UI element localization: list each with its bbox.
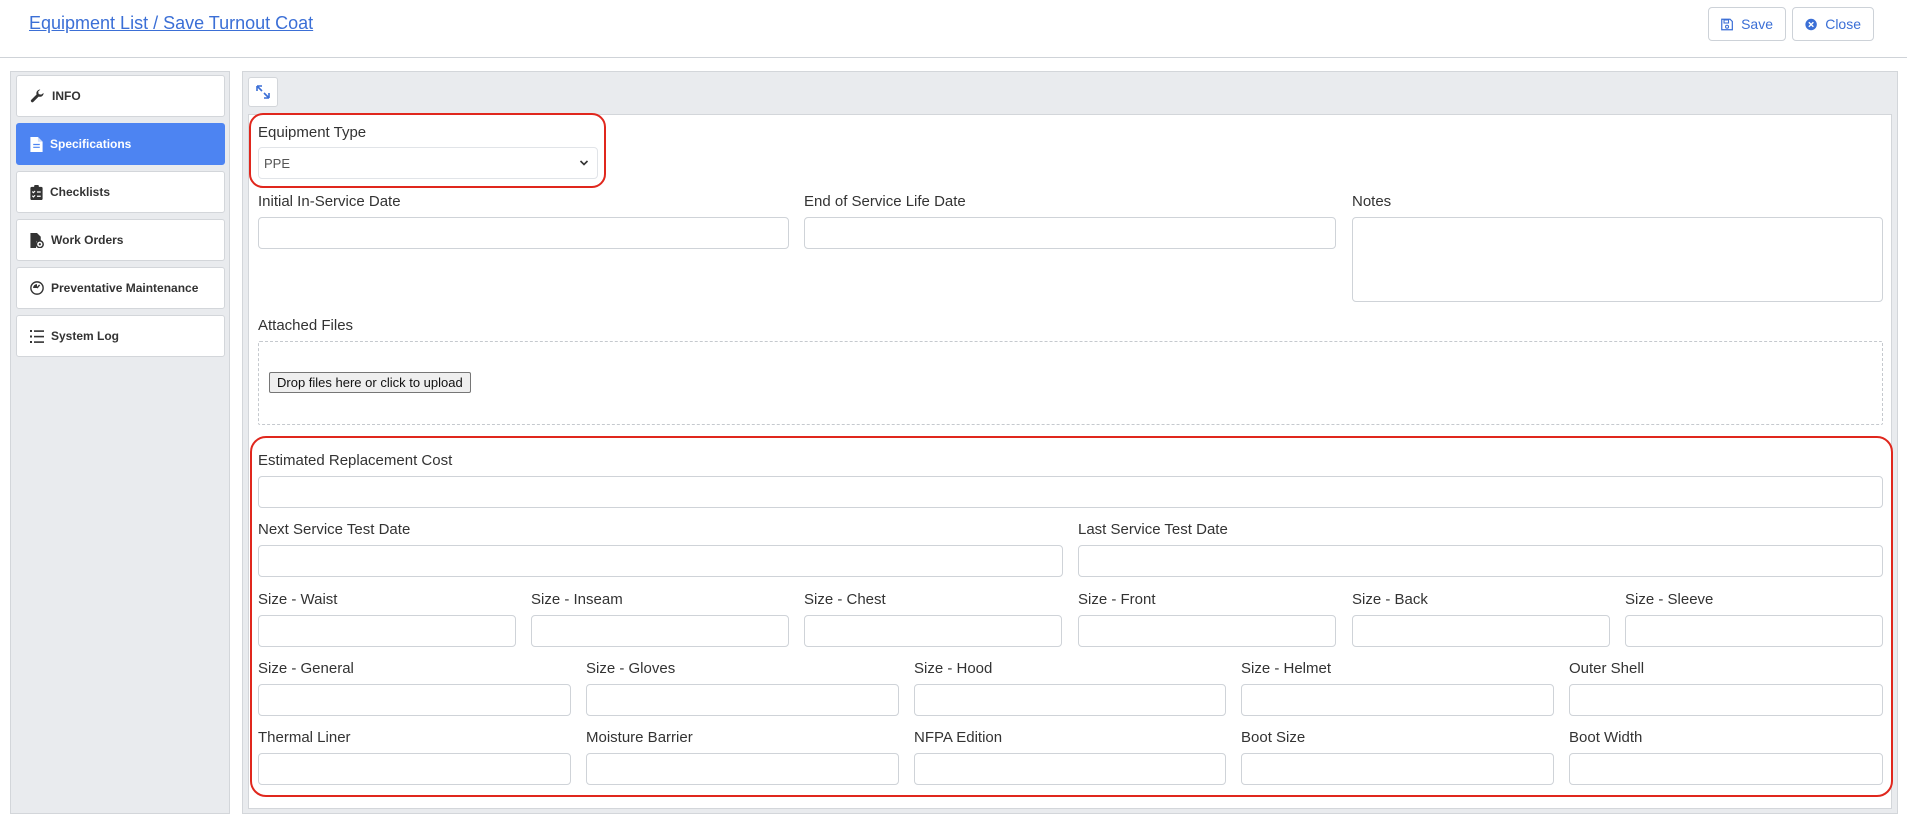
size-sleeve-input[interactable] — [1625, 615, 1883, 647]
document-icon — [30, 136, 43, 152]
sidebar: INFO Specifications Checklists Work Orde… — [10, 71, 230, 814]
size-helmet-input[interactable] — [1241, 684, 1554, 716]
size-hood-label: Size - Hood — [914, 660, 993, 677]
size-back-label: Size - Back — [1352, 591, 1428, 608]
page-title-breadcrumb[interactable]: Equipment List / Save Turnout Coat — [29, 13, 313, 34]
sidebar-item-label: INFO — [52, 89, 81, 103]
sidebar-item-label: Work Orders — [51, 233, 124, 247]
close-label: Close — [1825, 16, 1861, 32]
initial-in-service-date-label: Initial In-Service Date — [258, 193, 401, 210]
wrench-icon — [30, 89, 44, 102]
close-circle-icon — [1805, 18, 1817, 30]
gauge-icon — [30, 281, 44, 295]
boot-size-label: Boot Size — [1241, 729, 1306, 746]
sidebar-item-work-orders[interactable]: Work Orders — [16, 219, 225, 261]
boot-size-input[interactable] — [1241, 753, 1554, 785]
expand-arrows-icon — [256, 85, 270, 99]
initial-in-service-date-input[interactable] — [258, 217, 789, 249]
boot-width-input[interactable] — [1569, 753, 1883, 785]
notes-label: Notes — [1352, 193, 1392, 210]
size-general-label: Size - General — [258, 660, 354, 677]
outer-shell-input[interactable] — [1569, 684, 1883, 716]
nfpa-edition-input[interactable] — [914, 753, 1226, 785]
sidebar-item-label: Specifications — [50, 137, 132, 151]
end-of-service-life-date-label: End of Service Life Date — [804, 193, 966, 210]
save-label: Save — [1741, 16, 1773, 32]
estimated-replacement-cost-label: Estimated Replacement Cost — [258, 452, 453, 469]
work-order-icon — [30, 232, 44, 248]
close-button[interactable]: Close — [1792, 7, 1874, 41]
size-chest-input[interactable] — [804, 615, 1062, 647]
last-service-test-date-label: Last Service Test Date — [1078, 521, 1228, 538]
sidebar-item-label: System Log — [51, 329, 120, 343]
last-service-test-date-input[interactable] — [1078, 545, 1883, 577]
chevron-down-icon — [579, 160, 589, 166]
size-back-input[interactable] — [1352, 615, 1610, 647]
thermal-liner-input[interactable] — [258, 753, 571, 785]
size-hood-input[interactable] — [914, 684, 1226, 716]
moisture-barrier-label: Moisture Barrier — [586, 729, 693, 746]
attached-files-label: Attached Files — [258, 317, 354, 334]
size-inseam-input[interactable] — [531, 615, 789, 647]
size-gloves-label: Size - Gloves — [586, 660, 676, 677]
checklist-icon — [30, 184, 43, 200]
outer-shell-label: Outer Shell — [1569, 660, 1645, 677]
size-general-input[interactable] — [258, 684, 571, 716]
sidebar-item-label: Preventative Maintenance — [51, 281, 199, 295]
moisture-barrier-input[interactable] — [586, 753, 899, 785]
size-waist-input[interactable] — [258, 615, 516, 647]
save-button[interactable]: Save — [1708, 7, 1786, 41]
equipment-type-label: Equipment Type — [258, 124, 367, 141]
end-of-service-life-date-input[interactable] — [804, 217, 1336, 249]
sidebar-item-preventative-maintenance[interactable]: Preventative Maintenance — [16, 267, 225, 309]
sidebar-item-info[interactable]: INFO — [16, 75, 225, 117]
expand-button[interactable] — [248, 77, 278, 107]
file-dropzone[interactable] — [258, 341, 1883, 425]
list-icon — [30, 329, 44, 343]
estimated-replacement-cost-input[interactable] — [258, 476, 1883, 508]
sidebar-item-checklists[interactable]: Checklists — [16, 171, 225, 213]
next-service-test-date-label: Next Service Test Date — [258, 521, 411, 538]
boot-width-label: Boot Width — [1569, 729, 1643, 746]
nfpa-edition-label: NFPA Edition — [914, 729, 1003, 746]
size-waist-label: Size - Waist — [258, 591, 338, 608]
size-gloves-input[interactable] — [586, 684, 899, 716]
top-bar: Equipment List / Save Turnout Coat Save … — [0, 0, 1907, 58]
sidebar-item-specifications[interactable]: Specifications — [16, 123, 225, 165]
size-front-input[interactable] — [1078, 615, 1336, 647]
floppy-disk-icon — [1721, 18, 1733, 30]
equipment-type-select[interactable]: PPE — [258, 147, 598, 179]
sidebar-item-label: Checklists — [50, 185, 111, 199]
size-front-label: Size - Front — [1078, 591, 1156, 608]
next-service-test-date-input[interactable] — [258, 545, 1063, 577]
size-chest-label: Size - Chest — [804, 591, 886, 608]
upload-button[interactable]: Drop files here or click to upload — [269, 372, 471, 393]
equipment-type-value: PPE — [264, 155, 291, 171]
thermal-liner-label: Thermal Liner — [258, 729, 351, 746]
sidebar-item-system-log[interactable]: System Log — [16, 315, 225, 357]
size-sleeve-label: Size - Sleeve — [1625, 591, 1714, 608]
size-helmet-label: Size - Helmet — [1241, 660, 1332, 677]
size-inseam-label: Size - Inseam — [531, 591, 623, 608]
notes-textarea[interactable] — [1352, 217, 1883, 302]
